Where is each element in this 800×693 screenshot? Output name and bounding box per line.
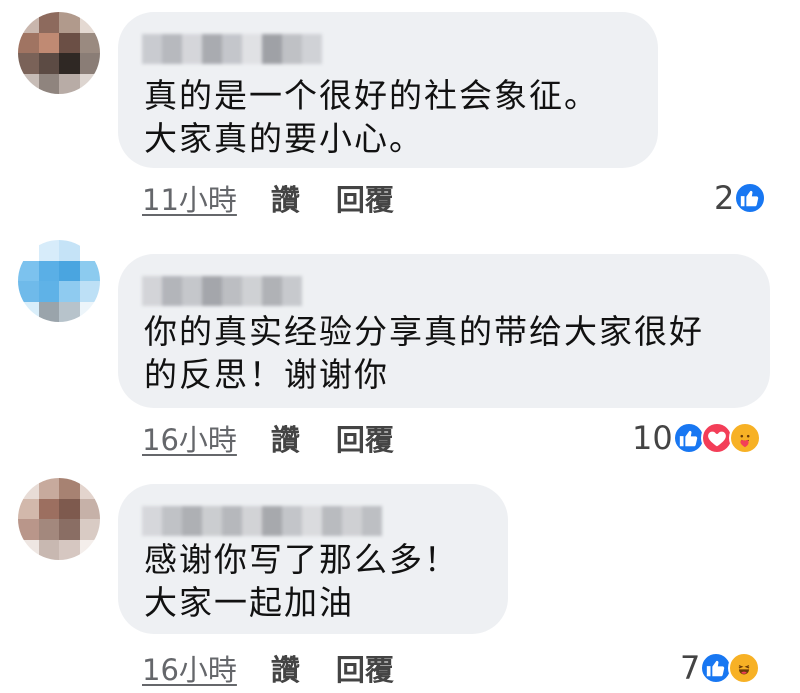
- comment-actions: 11小時 讚 回覆: [142, 177, 394, 219]
- avatar[interactable]: [18, 12, 100, 94]
- author-name-blurred[interactable]: [142, 506, 382, 536]
- comment-bubble: 真的是一个很好的社会象征。 大家真的要小心。: [118, 12, 658, 168]
- comment-text: 真的是一个很好的社会象征。 大家真的要小心。: [144, 76, 599, 158]
- like-reaction-icon: [672, 422, 705, 454]
- author-name-blurred[interactable]: [142, 34, 322, 64]
- care-reaction-icon: [728, 422, 761, 454]
- avatar[interactable]: [18, 478, 100, 560]
- reply-button[interactable]: 回覆: [336, 647, 394, 689]
- author-name-blurred[interactable]: [142, 276, 302, 306]
- reply-button[interactable]: 回覆: [336, 177, 394, 219]
- like-button[interactable]: 讚: [271, 177, 300, 219]
- reactions-summary[interactable]: 2: [714, 179, 767, 217]
- like-button[interactable]: 讚: [271, 417, 300, 459]
- timestamp-link[interactable]: 16小時: [142, 647, 237, 689]
- reaction-count: 2: [714, 179, 735, 217]
- comment-actions: 16小時 讚 回覆: [142, 417, 394, 459]
- haha-reaction-icon: [728, 652, 761, 684]
- reactions-summary[interactable]: 10: [632, 419, 761, 457]
- timestamp-link[interactable]: 11小時: [142, 177, 237, 219]
- love-reaction-icon: [700, 422, 733, 454]
- comment-actions: 16小時 讚 回覆: [142, 647, 394, 689]
- comment-text: 感谢你写了那么多！ 大家一起加油: [144, 540, 459, 622]
- comment-text: 你的真实经验分享真的带给大家很好 的反思！谢谢你: [144, 312, 704, 394]
- reply-button[interactable]: 回覆: [336, 417, 394, 459]
- reaction-count: 7: [680, 649, 701, 687]
- reaction-count: 10: [632, 419, 673, 457]
- like-button[interactable]: 讚: [271, 647, 300, 689]
- avatar[interactable]: [18, 240, 100, 322]
- timestamp-link[interactable]: 16小時: [142, 417, 237, 459]
- comment-bubble: 感谢你写了那么多！ 大家一起加油: [118, 484, 508, 634]
- reactions-summary[interactable]: 7: [680, 649, 761, 687]
- comment-bubble: 你的真实经验分享真的带给大家很好 的反思！谢谢你: [118, 254, 770, 408]
- like-reaction-icon: [734, 182, 767, 214]
